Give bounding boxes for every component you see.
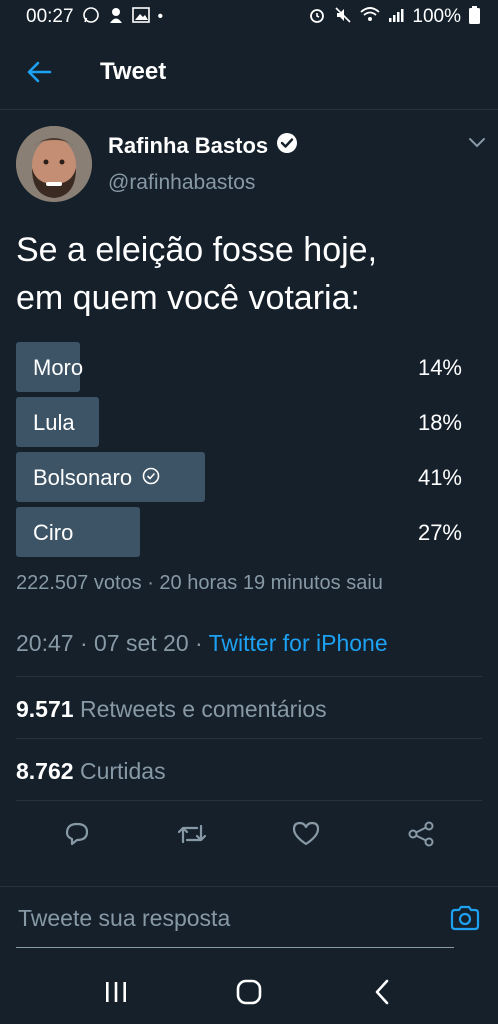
reply-bar: Tweete sua resposta [0, 886, 498, 956]
alarm-icon [308, 6, 326, 28]
retweets-label: Retweets e comentários [79, 696, 327, 722]
poll-option: Lula 18% [16, 397, 466, 447]
poll-option: Bolsonaro 41% [16, 452, 466, 502]
back-nav-button[interactable] [352, 967, 412, 1017]
home-icon [236, 979, 262, 1005]
poll-option-label: Lula [33, 410, 75, 435]
tweet-timestamp: 20:47 · 07 set 20 · Twitter for iPhone [16, 630, 388, 657]
poll: Moro 14% Lula 18% Bolsonaro 41% Ciro 27% [16, 342, 466, 562]
system-nav-bar [0, 960, 498, 1024]
reply-input-underline [16, 947, 454, 948]
poll-option: Ciro 27% [16, 507, 466, 557]
retweet-icon [177, 824, 206, 844]
likes-count: 8.762 [16, 758, 74, 784]
wifi-icon [360, 7, 380, 27]
like-button[interactable] [282, 810, 330, 858]
poll-option-percent: 14% [417, 355, 462, 380]
notification-icon [108, 6, 124, 28]
author-handle[interactable]: @rafinhabastos [108, 171, 255, 195]
chevron-left-icon [375, 979, 388, 1005]
chevron-down-icon [469, 138, 485, 148]
battery-percent: 100% [412, 6, 461, 27]
divider [16, 800, 482, 801]
image-icon [131, 7, 150, 27]
likes-label: Curtidas [79, 758, 166, 784]
tweet-author: Rafinha Bastos @rafinhabastos [16, 126, 486, 206]
author-name[interactable]: Rafinha Bastos [108, 133, 268, 159]
share-button[interactable] [397, 810, 445, 858]
reply-button[interactable] [53, 810, 101, 858]
camera-icon [450, 905, 480, 931]
selected-check-icon [142, 465, 160, 491]
back-arrow-icon [27, 61, 52, 82]
reply-icon [66, 822, 89, 846]
battery-icon [469, 6, 480, 28]
tweet-menu-button[interactable] [468, 136, 486, 154]
whatsapp-icon [82, 6, 100, 28]
tweet-actions [0, 806, 498, 862]
page-title: Tweet [100, 57, 167, 85]
tweet-source-link[interactable]: Twitter for iPhone [209, 630, 388, 656]
divider [16, 738, 482, 739]
poll-meta: 222.507 votos · 20 horas 19 minutos saiu [16, 572, 383, 594]
retweets-count: 9.571 [16, 696, 74, 722]
verified-badge-icon [276, 132, 298, 159]
retweet-button[interactable] [168, 810, 216, 858]
signal-icon [388, 7, 404, 27]
home-button[interactable] [219, 967, 279, 1017]
divider [16, 676, 482, 677]
mute-icon [334, 6, 352, 28]
tweet-text: Se a eleição fosse hoje, em quem você vo… [16, 226, 486, 322]
poll-option-label: Bolsonaro [33, 465, 133, 490]
poll-option-label: Moro [33, 355, 84, 380]
top-bar: Tweet [0, 34, 498, 110]
poll-option-percent: 41% [417, 465, 462, 490]
recent-apps-icon [106, 982, 127, 1002]
tweet-time-date: 20:47 · 07 set 20 · [16, 630, 209, 656]
tweet-text-line: em quem você votaria: [16, 279, 360, 317]
heart-icon [293, 821, 320, 846]
recent-apps-button[interactable] [86, 967, 146, 1017]
poll-option-percent: 18% [417, 410, 462, 435]
dot-icon: • [157, 8, 164, 25]
tweet-text-line: Se a eleição fosse hoje, [16, 231, 378, 269]
poll-option-percent: 27% [417, 520, 462, 545]
avatar[interactable] [16, 126, 92, 202]
back-button[interactable] [0, 34, 78, 110]
reply-input[interactable]: Tweete sua resposta [18, 905, 230, 932]
status-bar: 00:27 • 100% [0, 0, 498, 34]
poll-option-label: Ciro [33, 520, 74, 545]
status-time: 00:27 [26, 6, 74, 27]
likes-stat[interactable]: 8.762 Curtidas [16, 758, 166, 785]
poll-option: Moro 14% [16, 342, 466, 392]
share-icon [408, 821, 434, 847]
retweets-stat[interactable]: 9.571 Retweets e comentários [16, 696, 327, 723]
camera-button[interactable] [450, 905, 480, 936]
